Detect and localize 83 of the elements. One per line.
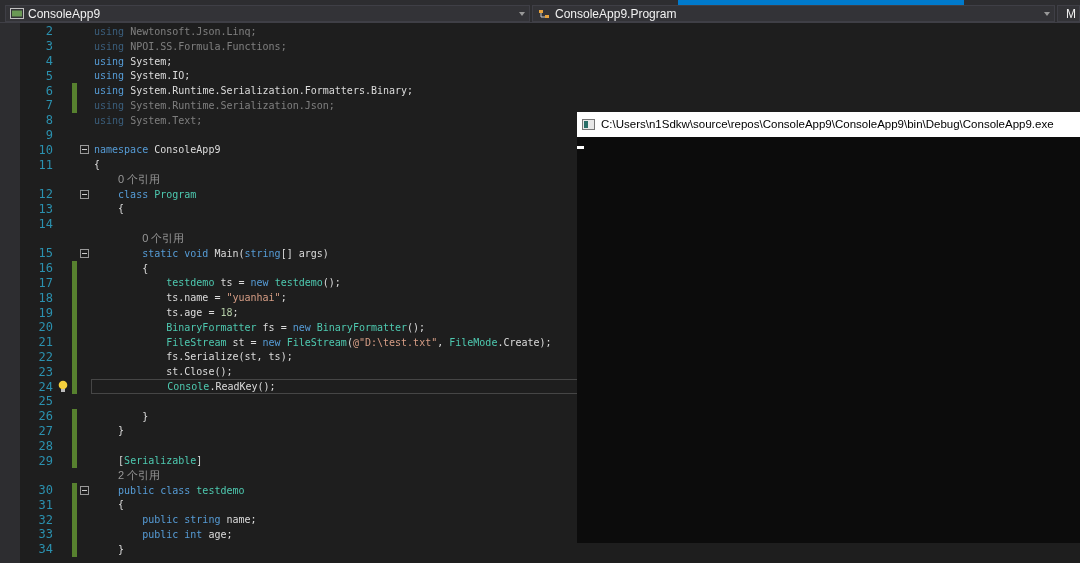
line-number: 7: [44, 99, 53, 112]
code-line: [Serializable]: [117, 454, 203, 468]
line-number: 13: [37, 202, 53, 215]
line-number: 9: [44, 128, 53, 141]
console-icon: [582, 119, 595, 130]
code-line: static void Main(string[] args): [141, 246, 329, 261]
collapse-icon[interactable]: [80, 189, 89, 199]
code-line: }: [141, 409, 149, 424]
line-number: 26: [37, 410, 53, 423]
line-number: 18: [37, 291, 53, 304]
code-line: {: [94, 158, 101, 173]
lightbulb-icon[interactable]: [57, 380, 68, 393]
class-icon: [537, 7, 551, 20]
code-line: BinaryFormatter fs = new BinaryFormatter();: [165, 320, 426, 335]
code-line: ts.age = 18;: [165, 306, 239, 321]
code-line: namespace ConsoleApp9: [94, 143, 221, 158]
code-line: using NPOI.SS.Formula.Functions;: [94, 39, 287, 54]
reference-count[interactable]: 0 个引用: [142, 230, 185, 247]
code-line: using System;: [94, 54, 173, 69]
member-dropdown[interactable]: M: [1057, 5, 1080, 22]
code-line: public class testdemo: [117, 483, 245, 498]
code-line: ts.name = "yuanhai";: [165, 291, 287, 306]
collapse-icon[interactable]: [80, 485, 89, 495]
line-number: 17: [37, 276, 53, 289]
collapse-icon[interactable]: [80, 145, 89, 155]
csharp-project-icon: [10, 8, 24, 19]
code-line: public int age;: [141, 528, 233, 542]
collapse-icon[interactable]: [80, 248, 89, 258]
line-number: 20: [37, 321, 53, 334]
code-line: {: [117, 202, 125, 217]
line-number: 27: [37, 424, 53, 437]
code-line: using System.Text;: [94, 113, 203, 128]
code-line: Console.ReadKey();: [166, 380, 276, 395]
code-line: testdemo ts = new testdemo();: [165, 276, 341, 291]
code-line: using Newtonsoft.Json.Linq;: [94, 24, 257, 39]
line-number: 10: [37, 143, 53, 156]
reference-count[interactable]: 0 个引用: [118, 171, 161, 188]
line-number: 34: [37, 543, 53, 556]
line-number: 16: [37, 262, 53, 275]
line-number: 31: [37, 498, 53, 511]
line-number: 30: [37, 484, 53, 497]
line-number: 12: [37, 188, 53, 201]
code-line: FileStream st = new FileStream(@"D:\test.txt", FileMode.Create);: [165, 335, 552, 350]
line-number: 4: [44, 55, 53, 67]
class-name: ConsoleApp9.Program: [555, 5, 678, 23]
line-number: 3: [44, 40, 53, 53]
window-title: C:\Users\n1Sdkw\source\repos\ConsoleApp9\ConsoleApp9\bin\Debug\ConsoleApp9.exe: [601, 116, 1054, 132]
line-number: 6: [44, 84, 53, 97]
type-dropdown[interactable]: ConsoleApp9.Program: [532, 5, 1055, 22]
caret-icon: [1044, 11, 1050, 16]
line-number: 11: [37, 158, 53, 171]
line-number: 14: [37, 217, 53, 230]
line-number: 28: [37, 439, 53, 452]
line-number: 32: [37, 513, 53, 526]
code-line: fs.Serialize(st, ts);: [165, 350, 293, 365]
line-number: 24: [37, 380, 53, 393]
project-dropdown[interactable]: ConsoleApp9: [5, 5, 530, 22]
line-number: 33: [37, 528, 53, 541]
reference-count[interactable]: 2 个引用: [118, 467, 161, 484]
line-number: 5: [44, 69, 53, 82]
line-number: 19: [37, 306, 53, 319]
code-line: using System.Runtime.Serialization.Json;: [94, 98, 335, 113]
code-line: }: [117, 424, 125, 439]
project-name: ConsoleApp9: [28, 5, 102, 23]
text-cursor: [577, 146, 584, 149]
member-name: M: [1066, 6, 1076, 21]
code-line: using System.IO;: [94, 69, 191, 84]
code-line: {: [141, 261, 149, 276]
code-line: {: [117, 498, 125, 513]
code-line: class Program: [117, 187, 197, 202]
caret-icon: [519, 11, 525, 16]
line-number: 15: [37, 247, 53, 260]
code-line: st.Close();: [165, 365, 233, 380]
line-number: 8: [44, 114, 53, 127]
line-number: 22: [37, 350, 53, 363]
code-line: public string name;: [141, 513, 257, 528]
line-number: 21: [37, 336, 53, 349]
line-number: 29: [37, 454, 53, 467]
code-line: using System.Runtime.Serialization.Formatters.Binary;: [94, 84, 414, 99]
line-number: 23: [37, 365, 53, 378]
line-number: 2: [44, 25, 53, 38]
code-line: }: [117, 542, 125, 557]
line-number: 25: [37, 395, 53, 408]
